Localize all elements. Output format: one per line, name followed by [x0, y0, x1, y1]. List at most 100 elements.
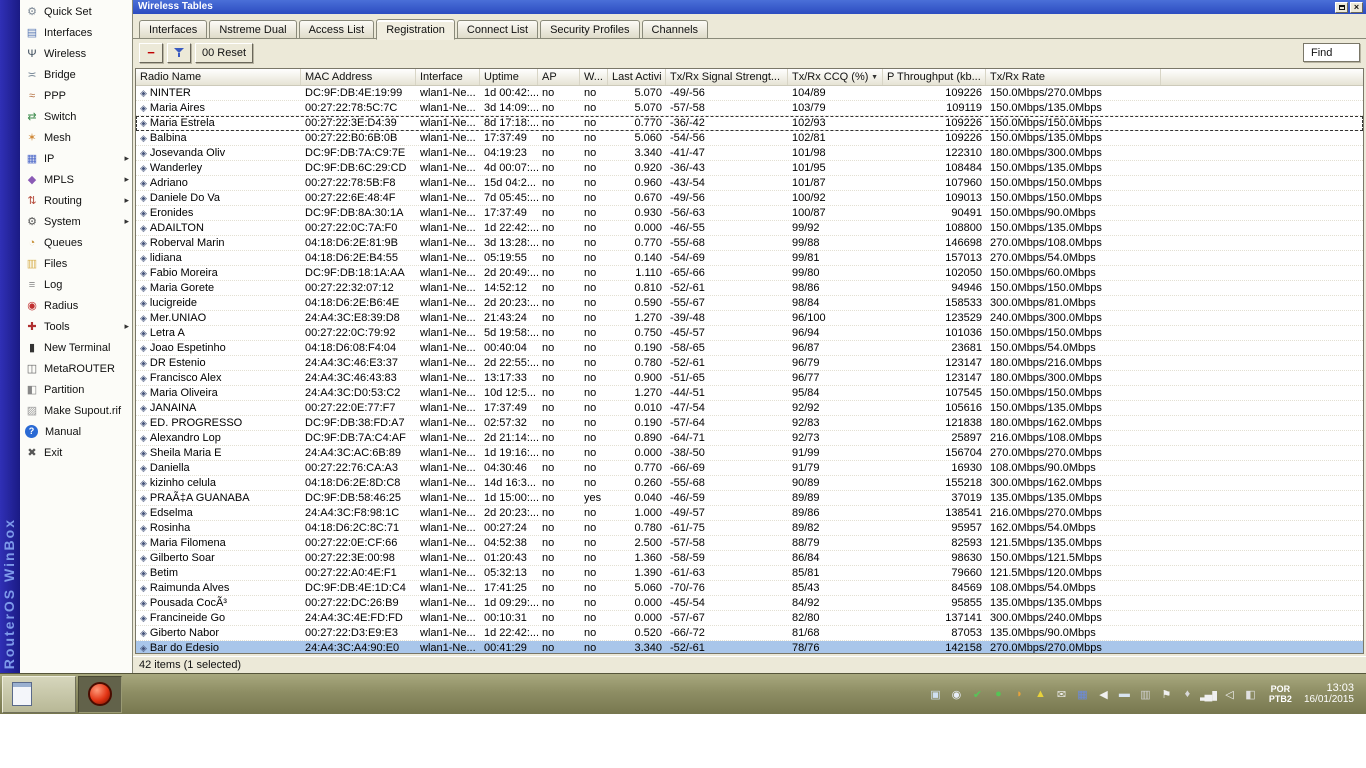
table-row[interactable]: ◈ Edselma 24:A4:3C:F8:98:1C wlan1-Ne... 2d 2… [136, 506, 1363, 521]
sidebar-item-make-supout-rif[interactable]: ▨ Make Supout.rif [20, 400, 132, 421]
column-header-interface[interactable]: Interface [416, 69, 480, 85]
sidebar-item-log[interactable]: ≡ Log [20, 274, 132, 295]
find-button[interactable]: Find [1303, 43, 1360, 62]
close-window-button[interactable]: × [1350, 1, 1363, 13]
tray-signal-icon[interactable]: ▂▄▆ [1200, 686, 1217, 703]
table-row[interactable]: ◈ Rosinha 04:18:D6:2C:8C:71 wlan1-Ne... 00:2… [136, 521, 1363, 536]
sidebar-item-bridge[interactable]: ≍ Bridge [20, 64, 132, 85]
table-row[interactable]: ◈ Adriano 00:27:22:78:5B:F8 wlan1-Ne... 15d … [136, 176, 1363, 191]
tab-channels[interactable]: Channels [641, 20, 709, 39]
tab-nstreme-dual[interactable]: Nstreme Dual [209, 20, 297, 39]
table-row[interactable]: ◈ ED. PROGRESSO DC:9F:DB:38:FD:A7 wlan1-Ne.… [136, 416, 1363, 431]
column-header-ap[interactable]: AP [538, 69, 580, 85]
remove-entry-button[interactable]: − [139, 42, 163, 63]
column-header-mac-address[interactable]: MAC Address [301, 69, 416, 85]
tab-registration[interactable]: Registration [376, 19, 455, 40]
table-row[interactable]: ◈ Pousada CocÃ³ 00:27:22:DC:26:B9 wlan1-Ne.… [136, 596, 1363, 611]
table-row[interactable]: ◈ Josevanda Oliv DC:9F:DB:7A:C9:7E wlan1-Ne… [136, 146, 1363, 161]
tab-access-list[interactable]: Access List [298, 20, 375, 39]
sidebar-item-routing[interactable]: ⇅ Routing ▸ [20, 190, 132, 211]
table-row[interactable]: ◈ Gilberto Soar 00:27:22:3E:00:98 wlan1-Ne.… [136, 551, 1363, 566]
table-row[interactable]: ◈ JANAINA 00:27:22:0E:77:F7 wlan1-Ne... 17:3… [136, 401, 1363, 416]
sidebar-item-system[interactable]: ⚙ System ▸ [20, 211, 132, 232]
table-row[interactable]: ◈ ADAILTON 00:27:22:0C:7A:F0 wlan1-Ne... 1d … [136, 221, 1363, 236]
tray-warning-icon[interactable]: ▲ [1032, 686, 1049, 703]
tray-usb-icon[interactable]: ♦ [1179, 686, 1196, 703]
taskbar-button-files[interactable] [2, 675, 76, 713]
table-row[interactable]: ◈ Alexandro Lop DC:9F:DB:7A:C4:AF wlan1-Ne.… [136, 431, 1363, 446]
column-header-w[interactable]: W... [580, 69, 608, 85]
table-row[interactable]: ◈ Raimunda Alves DC:9F:DB:4E:1D:C4 wlan1-Ne… [136, 581, 1363, 596]
tray-network-icon[interactable]: ▦ [1074, 686, 1091, 703]
tab-connect-list[interactable]: Connect List [456, 20, 539, 39]
sidebar-item-tools[interactable]: ✚ Tools ▸ [20, 316, 132, 337]
column-header-tx-rx-signal-strengt[interactable]: Tx/Rx Signal Strengt... [666, 69, 788, 85]
sidebar-item-queues[interactable]: ◔ Queues [20, 232, 132, 253]
sidebar-item-manual[interactable]: ? Manual [20, 421, 132, 442]
sidebar-item-mesh[interactable]: ✶ Mesh [20, 127, 132, 148]
column-header-tx-rx-rate[interactable]: Tx/Rx Rate [986, 69, 1161, 85]
table-row[interactable]: ◈ Daniella 00:27:22:76:CA:A3 wlan1-Ne... 04:… [136, 461, 1363, 476]
table-row[interactable]: ◈ Daniele Do Va 00:27:22:6E:48:4F wlan1-Ne.… [136, 191, 1363, 206]
sidebar-item-ppp[interactable]: ≈ PPP [20, 85, 132, 106]
sidebar-item-wireless[interactable]: Ψ Wireless [20, 43, 132, 64]
table-row[interactable]: ◈ Betim 00:27:22:A0:4E:F1 wlan1-Ne... 05:32:… [136, 566, 1363, 581]
tray-display-icon[interactable]: ▣ [927, 686, 944, 703]
sidebar-item-ip[interactable]: ▦ IP ▸ [20, 148, 132, 169]
table-row[interactable]: ◈ Bar do Edesio 24:A4:3C:A4:90:E0 wlan1-Ne.… [136, 641, 1363, 653]
table-row[interactable]: ◈ Giberto Nabor 00:27:22:D3:E9:E3 wlan1-Ne.… [136, 626, 1363, 641]
table-row[interactable]: ◈ Roberval Marin 04:18:D6:2E:81:9B wlan1-Ne… [136, 236, 1363, 251]
window-titlebar[interactable]: Wireless Tables × [133, 0, 1366, 14]
table-row[interactable]: ◈ NINTER DC:9F:DB:4E:19:99 wlan1-Ne... 1d 00… [136, 86, 1363, 101]
sidebar-item-files[interactable]: ▥ Files [20, 253, 132, 274]
table-row[interactable]: ◈ Balbina 00:27:22:B0:6B:0B wlan1-Ne... 17:3… [136, 131, 1363, 146]
table-row[interactable]: ◈ Sheila Maria E 24:A4:3C:AC:6B:89 wlan1-Ne… [136, 446, 1363, 461]
table-row[interactable]: ◈ PRAÃ‡A GUANABA DC:9F:DB:58:46:25 wlan1-Ne… [136, 491, 1363, 506]
tray-volume-icon[interactable]: ◀ [1095, 686, 1112, 703]
tray-flag-icon[interactable]: ⚑ [1158, 686, 1175, 703]
tray-sound-icon[interactable]: ◁ [1221, 686, 1238, 703]
table-row[interactable]: ◈ Maria Estrela 00:27:22:3E:D4:39 wlan1-Ne.… [136, 116, 1363, 131]
tray-java-icon[interactable]: ◗ [1011, 686, 1028, 703]
sidebar-item-new-terminal[interactable]: ▮ New Terminal [20, 337, 132, 358]
language-indicator[interactable]: POR PTB2 [1265, 684, 1296, 704]
tray-camera-icon[interactable]: ◉ [948, 686, 965, 703]
sidebar-item-interfaces[interactable]: ▤ Interfaces [20, 22, 132, 43]
sidebar-item-mpls[interactable]: ◆ MPLS ▸ [20, 169, 132, 190]
table-row[interactable]: ◈ kizinho celula 04:18:D6:2E:8D:C8 wlan1-Ne… [136, 476, 1363, 491]
sidebar-item-switch[interactable]: ⇄ Switch [20, 106, 132, 127]
column-header-uptime[interactable]: Uptime [480, 69, 538, 85]
table-row[interactable]: ◈ lucigreide 04:18:D6:2E:B6:4E wlan1-Ne... 2… [136, 296, 1363, 311]
table-row[interactable]: ◈ lidiana 04:18:D6:2E:B4:55 wlan1-Ne... 05:1… [136, 251, 1363, 266]
column-header-last-activit[interactable]: Last Activit... [608, 69, 666, 85]
table-row[interactable]: ◈ Eronides DC:9F:DB:8A:30:1A wlan1-Ne... 17:… [136, 206, 1363, 221]
column-header-p-throughput-kb[interactable]: P Throughput (kb... [883, 69, 986, 85]
tray-monitor-icon[interactable]: ▬ [1116, 686, 1133, 703]
tab-interfaces[interactable]: Interfaces [139, 20, 208, 39]
table-row[interactable]: ◈ Wanderley DC:9F:DB:6C:29:CD wlan1-Ne... 4d… [136, 161, 1363, 176]
table-row[interactable]: ◈ Fabio Moreira DC:9F:DB:18:1A:AA wlan1-Ne.… [136, 266, 1363, 281]
table-row[interactable]: ◈ Joao Espetinho 04:18:D6:08:F4:04 wlan1-Ne… [136, 341, 1363, 356]
column-header-radio-name[interactable]: Radio Name [136, 69, 301, 85]
sidebar-item-metarouter[interactable]: ◫ MetaROUTER [20, 358, 132, 379]
sidebar-item-partition[interactable]: ◧ Partition [20, 379, 132, 400]
reset-counters-button[interactable]: 00 Reset [195, 42, 254, 63]
clock[interactable]: 13:03 16/01/2015 [1302, 682, 1362, 706]
tray-tasks-icon[interactable]: ◧ [1242, 686, 1259, 703]
table-row[interactable]: ◈ Francisco Alex 24:A4:3C:46:43:83 wlan1-Ne… [136, 371, 1363, 386]
tray-update-icon[interactable]: ● [990, 686, 1007, 703]
table-row[interactable]: ◈ Letra A 00:27:22:0C:79:92 wlan1-Ne... 5d 1… [136, 326, 1363, 341]
column-header-tx-rx-ccq[interactable]: Tx/Rx CCQ (%) ▼ [788, 69, 883, 85]
table-row[interactable]: ◈ Maria Oliveira 24:A4:3C:D0:53:C2 wlan1-Ne… [136, 386, 1363, 401]
tray-mail-icon[interactable]: ✉ [1053, 686, 1070, 703]
filter-button[interactable] [167, 42, 191, 63]
sidebar-item-exit[interactable]: ✖ Exit [20, 442, 132, 463]
tray-antivirus-icon[interactable]: ✔ [969, 686, 986, 703]
sidebar-item-quick-set[interactable]: ⚙ Quick Set [20, 1, 132, 22]
table-row[interactable]: ◈ Maria Filomena 00:27:22:0E:CF:66 wlan1-Ne… [136, 536, 1363, 551]
taskbar-button-winbox[interactable] [78, 675, 122, 713]
table-row[interactable]: ◈ Mer.UNIAO 24:A4:3C:E8:39:D8 wlan1-Ne... 21… [136, 311, 1363, 326]
restore-window-button[interactable] [1335, 1, 1348, 13]
table-row[interactable]: ◈ Maria Aires 00:27:22:78:5C:7C wlan1-Ne...… [136, 101, 1363, 116]
table-row[interactable]: ◈ DR Estenio 24:A4:3C:46:E3:37 wlan1-Ne... 2… [136, 356, 1363, 371]
